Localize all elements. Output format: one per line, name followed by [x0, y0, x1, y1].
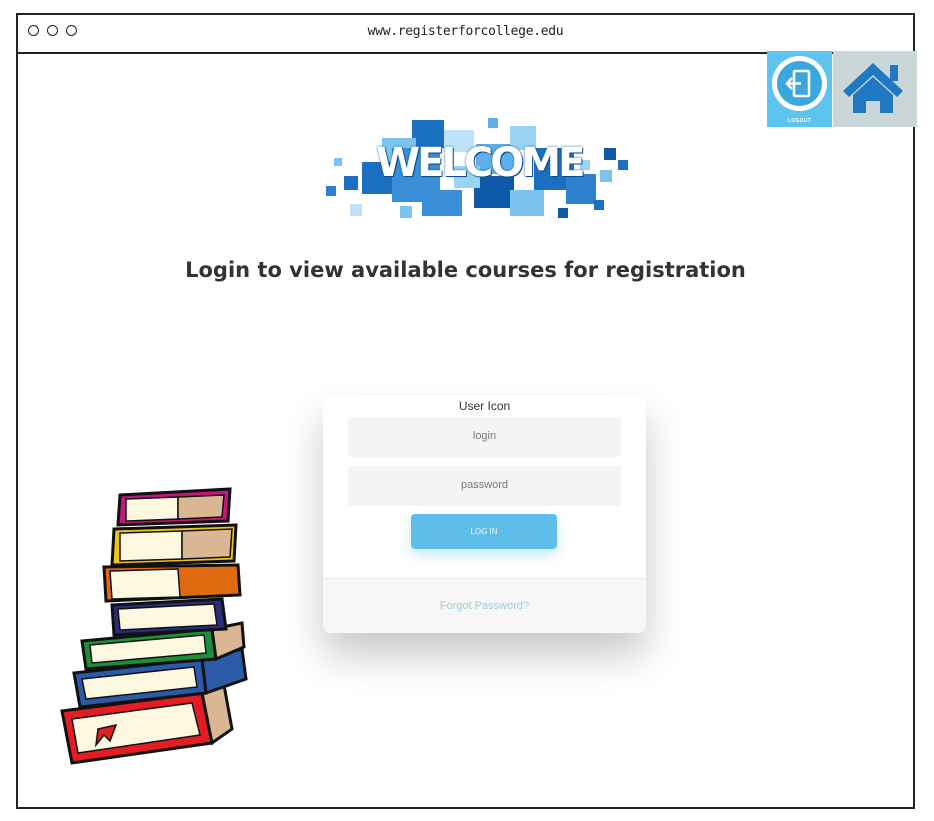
home-icon: [843, 63, 903, 113]
logout-icon-ring: [772, 56, 827, 111]
logout-label: LOGOUT: [787, 118, 812, 124]
welcome-banner: WELCOME: [304, 118, 642, 222]
login-card: User Icon login password LOG IN Forgot P…: [323, 396, 646, 633]
books-stack-illustration: [60, 487, 248, 765]
logout-button[interactable]: LOGOUT: [767, 51, 832, 127]
login-card-footer: Forgot Password?: [323, 578, 646, 633]
password-input[interactable]: password: [348, 466, 621, 506]
page-heading: Login to view available courses for regi…: [185, 258, 746, 282]
browser-titlebar: www.registerforcollege.edu: [18, 15, 913, 54]
address-bar[interactable]: www.registerforcollege.edu: [18, 24, 913, 39]
forgot-password-link[interactable]: Forgot Password?: [323, 600, 646, 612]
browser-window: www.registerforcollege.edu LOGOUT WELCOM…: [16, 13, 917, 809]
login-input[interactable]: login: [348, 417, 621, 457]
user-icon-label: User Icon: [458, 399, 511, 413]
logout-icon: [777, 61, 822, 106]
login-button[interactable]: LOG IN: [411, 514, 557, 549]
welcome-text: WELCOME: [376, 140, 585, 186]
home-button[interactable]: [833, 51, 917, 127]
